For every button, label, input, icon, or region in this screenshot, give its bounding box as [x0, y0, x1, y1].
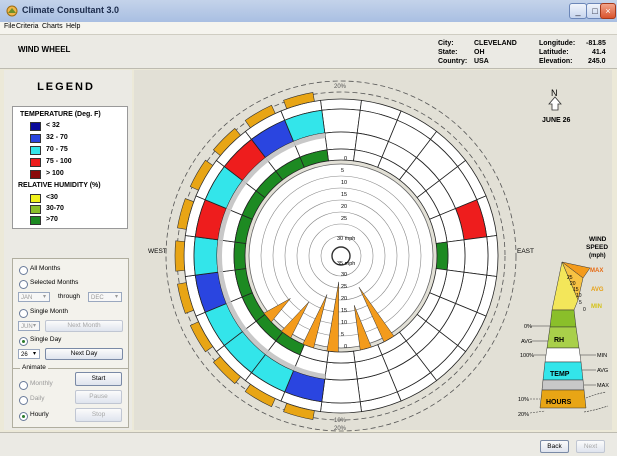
wheel-segment [183, 235, 196, 277]
speed-tick: 5 [341, 332, 344, 338]
compass-letter: N [551, 88, 558, 98]
key-rh-band [549, 309, 577, 328]
key-avg-left: AVG [521, 339, 532, 345]
key-pct-label: 20% [518, 412, 529, 418]
key-pct-label: 100% [520, 353, 534, 359]
percent-label-bottom: 10% [334, 418, 347, 424]
wheel-segment [326, 350, 356, 364]
key-scale-tick: 5 [579, 300, 582, 306]
wheel-segment [435, 241, 449, 271]
key-min-right: MIN [597, 353, 607, 359]
key-avg-right: AVG [597, 368, 608, 374]
key-max-right: MAX [597, 383, 609, 389]
key-avg-label: AVG [591, 287, 604, 293]
key-leader [529, 410, 546, 414]
speed-tick: 25 [341, 216, 347, 222]
wind-speed-key: WIND SPEED (mph) MAX AVG MIN 25 20 15 10… [518, 236, 609, 418]
key-scale-tick: 0 [583, 307, 586, 313]
speed-tick: 10 [341, 180, 347, 186]
speed-tick: 30 mph [337, 236, 355, 242]
wheel-segment [326, 148, 356, 162]
wheel-segment [320, 401, 362, 414]
key-leader [583, 405, 609, 413]
date-label: JUNE 26 [542, 117, 571, 124]
key-rh-label: RH [554, 337, 564, 344]
speed-tick: 35 mph [337, 261, 355, 267]
key-pct-label: 10% [518, 397, 529, 403]
key-scale-tick: 10 [576, 293, 582, 299]
back-button[interactable]: Back [540, 440, 569, 453]
key-temp-band [544, 347, 582, 363]
wheel-segment [320, 98, 362, 111]
speed-tick: 15 [341, 308, 347, 314]
wheel-segment [463, 236, 489, 276]
wheel-segment [321, 108, 361, 134]
wheel-segment [446, 239, 466, 273]
speed-tick: 5 [341, 168, 344, 174]
wheel-segment [321, 378, 361, 404]
speed-tick: 15 [341, 192, 347, 198]
speed-tick: 0 [344, 156, 347, 162]
west-label: WEST [148, 248, 167, 255]
speed-tick: 25 [341, 284, 347, 290]
key-min-label: MIN [591, 304, 602, 310]
wheel-segment [324, 131, 358, 151]
speed-tick: 20 [341, 204, 347, 210]
footer-bar: Back Next [0, 432, 617, 456]
wheel-segment [233, 241, 247, 271]
speed-tick: 0 [344, 344, 347, 350]
key-max-label: MAX [590, 268, 603, 274]
key-leader [585, 391, 607, 399]
key-heading: (mph) [589, 253, 606, 259]
key-pct-label: 0% [524, 324, 532, 330]
north-arrow-icon [548, 96, 562, 111]
wheel-segment [193, 236, 219, 276]
key-temp-label: TEMP [550, 371, 570, 378]
next-button[interactable]: Next [576, 440, 605, 453]
key-hours-label: HOURS [546, 399, 572, 406]
percent-label-top: 20% [334, 84, 347, 90]
speed-tick: 30 [341, 272, 347, 278]
key-temp-band [541, 379, 585, 391]
key-heading: WIND [589, 236, 607, 243]
hours-tab [174, 240, 185, 272]
speed-tick: 10 [341, 320, 347, 326]
app-window: Climate Consultant 3.0 _ □ × File Criter… [0, 0, 617, 456]
speed-tick: 20 [341, 296, 347, 302]
wheel-segment [486, 235, 499, 277]
east-label: EAST [517, 248, 534, 255]
key-heading: SPEED [586, 244, 608, 251]
wind-wheel-chart: 0 5 10 15 20 25 30 mph 35 mph 30 25 20 1… [148, 80, 609, 432]
wheel-segment [324, 361, 358, 381]
